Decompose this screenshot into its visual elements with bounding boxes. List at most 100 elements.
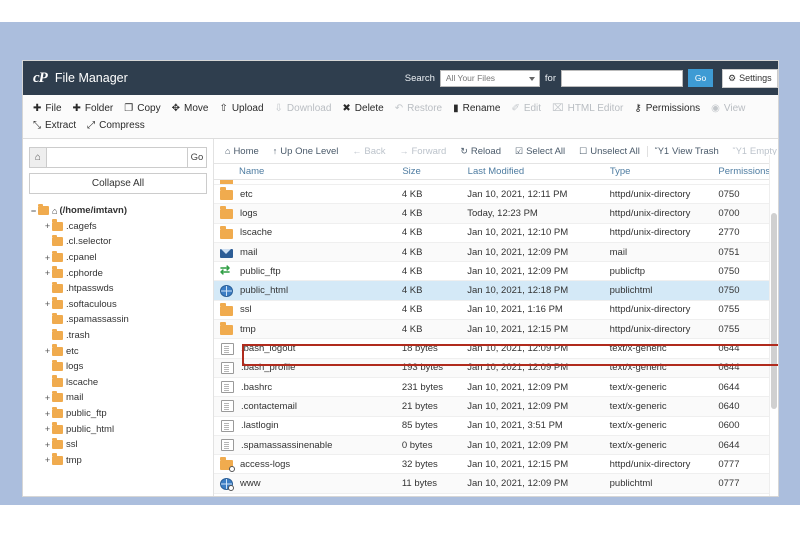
expand-icon[interactable]: +: [43, 253, 52, 263]
table-row[interactable]: .lastlogin 85 bytes Jan 10, 2021, 3:51 PM t…: [214, 416, 778, 436]
table-row[interactable]: public_html 4 KB Jan 10, 2021, 12:18 PM pub…: [214, 281, 778, 301]
expand-icon[interactable]: +: [43, 393, 52, 403]
search-go-button[interactable]: Go: [688, 69, 713, 87]
file-icon: [221, 361, 234, 374]
tree-item-logs[interactable]: logs: [29, 359, 207, 375]
column-header-last-modified[interactable]: Last Modified: [468, 166, 610, 177]
toolbar-item-label: Compress: [99, 120, 145, 131]
file-size: 4 KB: [401, 207, 423, 219]
table-row[interactable]: lscache 4 KB Jan 10, 2021, 12:10 PM httpd/u…: [214, 223, 778, 243]
column-header-size[interactable]: Size: [402, 166, 467, 177]
table-row[interactable]: www 11 bytes Jan 10, 2021, 12:09 PM publich…: [214, 474, 778, 494]
table-row[interactable]: .bash_profile 193 bytes Jan 10, 2021, 12:0…: [214, 358, 778, 378]
file-name: ssl: [240, 304, 252, 316]
nav-reload-button[interactable]: ↻ Reload: [453, 146, 508, 157]
table-row[interactable]: tmp 4 KB Jan 10, 2021, 12:15 PM httpd/unix-…: [214, 320, 778, 340]
toolbar-folder-button[interactable]: ✚ Folder: [71, 100, 123, 117]
path-go-button[interactable]: Go: [186, 147, 207, 168]
tree-item-label: .spamassassin: [66, 314, 129, 326]
tree-item-public_html[interactable]: + public_html: [29, 421, 207, 437]
nav-view-trash-button[interactable]: Ὕ1 View Trash: [646, 145, 726, 157]
column-header-type[interactable]: Type: [610, 166, 719, 177]
home-icon[interactable]: ⌂: [29, 147, 47, 168]
last-modified: Jan 10, 2021, 12:09 PM: [467, 343, 569, 355]
html-editor-icon: ⌧: [552, 102, 564, 114]
tree-item-public_ftp[interactable]: + public_ftp: [29, 406, 207, 422]
tree-item-etc[interactable]: + etc: [29, 343, 207, 359]
tree-item-cphorde[interactable]: + .cphorde: [29, 265, 207, 281]
toolbar-item-label: Download: [286, 103, 332, 114]
path-input[interactable]: [46, 147, 187, 168]
expand-icon[interactable]: +: [43, 455, 52, 465]
table-row[interactable]: access-logs 32 bytes Jan 10, 2021, 12:15 P…: [214, 455, 778, 475]
toolbar-delete-button[interactable]: ✖ Delete: [340, 100, 392, 117]
checkbox-empty-icon: ☐: [579, 145, 588, 156]
tree-item-mail[interactable]: + mail: [29, 390, 207, 406]
table-row[interactable]: ssl 4 KB Jan 10, 2021, 1:16 PM httpd/unix-d…: [214, 300, 778, 321]
folder-icon: [52, 266, 63, 278]
table-row[interactable]: logs 4 KB Today, 12:23 PM httpd/unix-direct…: [214, 204, 778, 224]
up-level-icon: ↑: [272, 146, 278, 156]
collapse-all-button[interactable]: Collapse All: [29, 173, 207, 194]
expand-icon[interactable]: +: [43, 299, 52, 309]
last-modified: Jan 10, 2021, 12:15 PM: [467, 323, 569, 335]
folder-icon: [52, 375, 63, 387]
expand-icon[interactable]: +: [43, 440, 52, 450]
vertical-scrollbar[interactable]: [769, 155, 778, 496]
expand-icon[interactable]: +: [43, 268, 52, 278]
nav-home-button[interactable]: ⌂ Home: [218, 146, 266, 157]
tree-item-cagefs[interactable]: + .cagefs: [29, 219, 207, 235]
table-row[interactable]: .spamassassinenable 0 bytes Jan 10, 2021, …: [214, 435, 778, 456]
table-row[interactable]: ⇄ public_ftp 4 KB Jan 10, 2021, 12:09 PM pub…: [214, 262, 778, 282]
toolbar-copy-button[interactable]: ❐ Copy: [122, 100, 169, 117]
tree-item-tmp[interactable]: + tmp: [29, 453, 207, 469]
last-modified: Jan 10, 2021, 1:16 PM: [467, 304, 563, 316]
expand-icon[interactable]: +: [43, 409, 52, 419]
tree-item-lscache[interactable]: lscache: [29, 375, 207, 391]
table-row[interactable]: etc 4 KB Jan 10, 2021, 12:11 PM httpd/unix-…: [214, 185, 778, 205]
nav-item-label: Up One Level: [280, 145, 339, 157]
scrollbar-thumb[interactable]: [771, 213, 777, 409]
table-row[interactable]: .bashrc 231 bytes Jan 10, 2021, 12:09 PM te…: [214, 377, 778, 398]
column-header-name[interactable]: Name: [214, 166, 402, 177]
tree-item-homeimtavn[interactable]: − ⌂ (/home/imtavn): [29, 203, 207, 219]
expand-icon[interactable]: +: [43, 424, 52, 434]
toolbar-move-button[interactable]: ✥ Move: [170, 100, 218, 117]
toolbar-upload-button[interactable]: ⇧ Upload: [217, 100, 272, 117]
file-name: www: [240, 478, 261, 490]
toolbar-compress-button[interactable]: ⤢ Compress: [85, 117, 154, 134]
table-row[interactable]: mail 4 KB Jan 10, 2021, 12:09 PM mail 0751: [214, 242, 778, 263]
tree-item-cpanel[interactable]: + .cpanel: [29, 250, 207, 266]
expand-icon[interactable]: +: [43, 346, 52, 356]
file-icon: [221, 381, 234, 394]
toolbar-permissions-button[interactable]: ⚷ Permissions: [632, 100, 709, 117]
search-input[interactable]: [561, 69, 683, 87]
toolbar-file-button[interactable]: ✚ File: [31, 100, 71, 117]
tree-item-ssl[interactable]: + ssl: [29, 437, 207, 453]
tree-item-clselector[interactable]: .cl.selector: [29, 234, 207, 250]
folder-icon: [220, 322, 233, 336]
table-row[interactable]: .bash_logout 18 bytes Jan 10, 2021, 12:09 …: [214, 339, 778, 359]
nav-unselect-all-button[interactable]: ☐ Unselect All: [572, 146, 647, 157]
tree-item-htpasswds[interactable]: .htpasswds: [29, 281, 207, 297]
tree-item-softaculous[interactable]: + .softaculous: [29, 297, 207, 313]
back-arrow-icon: ←: [352, 146, 362, 156]
home-icon: ⌂: [225, 146, 231, 156]
toolbar-rename-button[interactable]: ▮ Rename: [451, 100, 509, 117]
nav-select-all-button[interactable]: ☑ Select All: [508, 146, 572, 157]
file-name: access-logs: [240, 458, 291, 470]
tree-item-spamassassin[interactable]: .spamassassin: [29, 312, 207, 328]
settings-button[interactable]: ⚙ Settings: [722, 68, 778, 88]
collapse-icon[interactable]: −: [29, 206, 38, 216]
tree-item-trash[interactable]: .trash: [29, 328, 207, 344]
expand-icon[interactable]: +: [43, 221, 52, 231]
nav-up-one-level-button[interactable]: ↑ Up One Level: [266, 146, 346, 157]
last-modified: Jan 10, 2021, 12:18 PM: [467, 285, 569, 297]
symlink-badge-icon: [229, 466, 235, 473]
file-type: text/x-generic: [609, 420, 667, 432]
file-type: publichtml: [609, 478, 653, 490]
table-row[interactable]: .contactemail 21 bytes Jan 10, 2021, 12:09…: [214, 397, 778, 417]
toolbar-extract-button[interactable]: ⤡ Extract: [31, 117, 85, 134]
folder-link-icon: [220, 457, 235, 473]
search-scope-select[interactable]: All Your Files: [439, 69, 540, 87]
